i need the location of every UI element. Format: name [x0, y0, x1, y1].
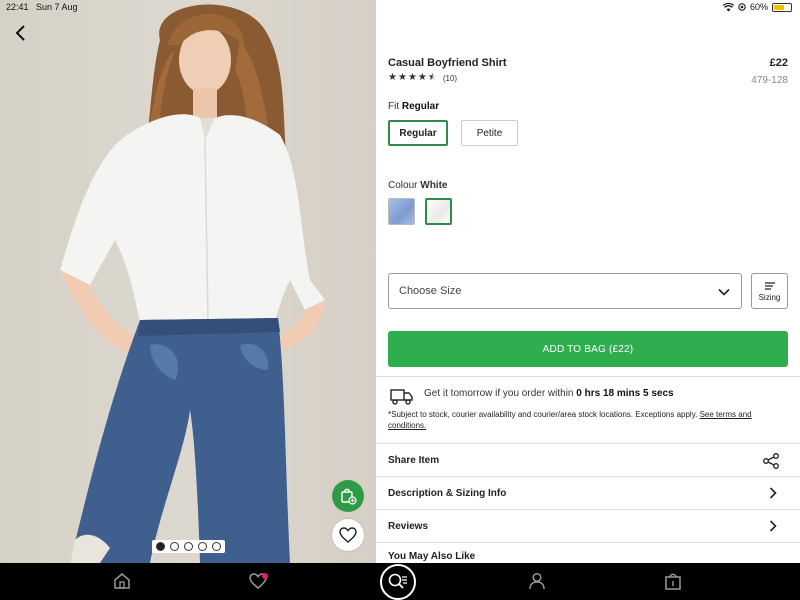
carousel-dot[interactable] [212, 542, 221, 551]
description-label: Description & Sizing Info [388, 487, 507, 499]
carousel-dot[interactable] [170, 542, 179, 551]
chevron-right-icon [769, 487, 777, 499]
also-like-label: You May Also Like [388, 551, 476, 562]
chevron-left-icon[interactable] [12, 24, 30, 42]
carousel-dot[interactable] [156, 542, 165, 551]
rating-count: (10) [442, 73, 458, 83]
star-icon: ★ [407, 72, 417, 83]
bag-add-icon [341, 488, 357, 505]
colour-swatch-blue[interactable] [388, 198, 415, 225]
wifi-icon [722, 2, 734, 11]
carousel-dot[interactable] [198, 542, 207, 551]
reviews-label: Reviews [388, 520, 429, 532]
colour-label-text: Colour [388, 180, 418, 191]
battery-percent: 60% [749, 2, 768, 12]
status-date: Sun 7 Aug [36, 2, 78, 12]
favourites-badge [262, 573, 268, 579]
fit-selected-value: Regular [401, 101, 440, 112]
delivery-message: Get it tomorrow if you order within 0 hr… [424, 388, 674, 399]
delivery-prefix: Get it tomorrow if you order within [424, 388, 577, 399]
favourite-button[interactable] [332, 519, 364, 551]
status-time: 22:41 [6, 2, 29, 12]
status-bar: 22:41 Sun 7 Aug 60% [0, 0, 800, 16]
share-item-row[interactable]: Share Item [376, 443, 800, 476]
fit-option-petite[interactable]: Petite [461, 120, 518, 146]
size-select-placeholder: Choose Size [399, 285, 462, 297]
search-icon [388, 573, 407, 589]
disclaimer-text: *Subject to stock, courier availability … [388, 410, 700, 419]
star-icon: ★ [397, 72, 407, 83]
share-icon [763, 453, 779, 469]
fit-option-regular[interactable]: Regular [388, 120, 448, 146]
colour-selected-value: White [420, 180, 448, 191]
sizing-button-label: Sizing [758, 292, 781, 302]
product-rating[interactable]: ★ ★ ★ ★ ★ (10) [388, 73, 457, 83]
home-icon[interactable] [112, 571, 132, 591]
add-to-bag-button[interactable]: ADD TO BAG (£22) [388, 331, 788, 367]
star-icon: ★ [417, 72, 427, 83]
fit-label: Fit Regular [388, 101, 439, 112]
star-icon: ★ [388, 72, 397, 83]
search-button[interactable] [380, 564, 416, 600]
product-details-panel: Casual Boyfriend Shirt £22 ★ ★ ★ ★ ★ (10) 479… [376, 0, 800, 563]
size-guide-icon [764, 281, 775, 290]
delivery-disclaimer: *Subject to stock, courier availability … [388, 409, 788, 431]
size-select[interactable]: Choose Size [388, 273, 742, 309]
battery-icon [772, 2, 792, 12]
heart-icon [339, 527, 357, 543]
product-code: 479-128 [751, 75, 788, 86]
image-pagination[interactable] [152, 540, 225, 553]
share-item-label: Share Item [388, 454, 440, 466]
delivery-truck-icon [390, 389, 413, 405]
person-icon[interactable] [527, 571, 547, 591]
fit-label-text: Fit [388, 101, 400, 112]
carousel-dot[interactable] [184, 542, 193, 551]
chevron-down-icon [718, 288, 730, 296]
divider [376, 376, 800, 377]
you-may-also-like-row: You May Also Like [376, 542, 800, 563]
location-icon [738, 3, 746, 11]
product-image-gallery[interactable] [0, 0, 376, 563]
product-price: £22 [769, 57, 788, 69]
product-title: Casual Boyfriend Shirt [388, 57, 507, 69]
description-sizing-row[interactable]: Description & Sizing Info [376, 476, 800, 509]
status-right: 60% [722, 2, 792, 12]
add-to-bag-fab[interactable] [332, 480, 364, 512]
bag-icon[interactable] [663, 571, 683, 591]
product-photo [60, 4, 325, 563]
chevron-right-icon [769, 520, 777, 532]
colour-label: Colour White [388, 180, 447, 191]
reviews-row[interactable]: Reviews [376, 509, 800, 542]
colour-swatch-white[interactable] [425, 198, 452, 225]
sizing-button[interactable]: Sizing [751, 273, 788, 309]
star-icon: ★ [427, 72, 437, 83]
delivery-countdown: 0 hrs 18 mins 5 secs [576, 388, 674, 399]
